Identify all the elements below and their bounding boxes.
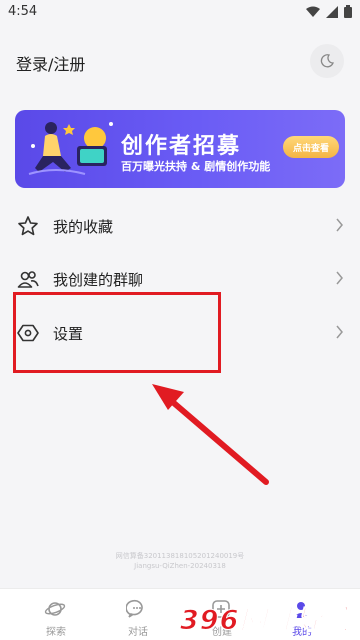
status-icons: [306, 5, 352, 18]
tab-chat[interactable]: 对话: [102, 589, 174, 640]
moon-icon: [320, 54, 334, 68]
status-bar: 4:54: [0, 0, 360, 24]
status-time: 4:54: [8, 4, 38, 19]
site-watermark: 396网址导航: [179, 605, 352, 637]
header: 登录/注册: [0, 42, 360, 82]
creator-recruit-banner[interactable]: 创作者招募 百万曝光扶持 & 剧情创作功能 点击查看: [15, 110, 345, 188]
creator-illustration: [28, 122, 113, 175]
login-register-link[interactable]: 登录/注册: [16, 51, 85, 75]
banner-view-button[interactable]: 点击查看: [283, 136, 339, 158]
chevron-right-icon: [336, 218, 343, 232]
icp-filing-note: 网信算备320113818105201240019号 Jiangsu-QiZhe…: [0, 551, 360, 571]
battery-icon: [344, 5, 352, 18]
menu-item-label: 我创建的群聊: [53, 271, 144, 289]
menu-item-favorites[interactable]: 我的收藏: [0, 201, 360, 251]
tab-explore[interactable]: 探索: [20, 589, 92, 640]
annotation-highlight-box: [13, 292, 221, 373]
filing-id: Jiangsu-QiZhen-20240318: [134, 562, 226, 570]
chevron-right-icon: [336, 325, 343, 339]
dark-mode-toggle[interactable]: [310, 44, 344, 78]
filing-number: 网信算备320113818105201240019号: [115, 552, 245, 560]
menu-item-label: 我的收藏: [53, 218, 114, 236]
banner-title: 创作者招募: [121, 134, 242, 159]
group-icon: [17, 271, 39, 288]
chevron-right-icon: [336, 271, 343, 285]
signal-icon: [326, 5, 338, 18]
planet-icon: [44, 602, 66, 616]
tab-label: 对话: [128, 627, 148, 638]
wifi-icon: [306, 6, 320, 17]
star-icon: [18, 216, 38, 236]
chat-bubble-icon: [126, 599, 143, 618]
tab-label: 探索: [46, 627, 66, 638]
banner-subtitle: 百万曝光扶持 & 剧情创作功能: [121, 160, 271, 173]
